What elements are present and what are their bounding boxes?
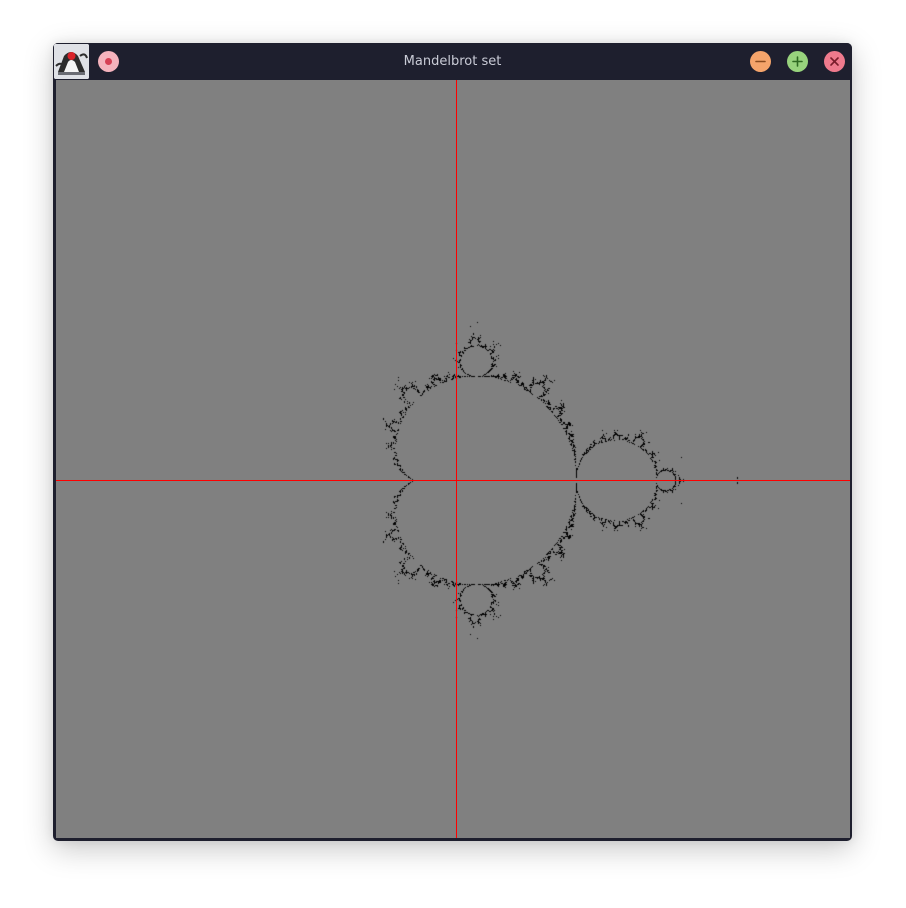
pin-button[interactable] [98,51,119,72]
close-icon [830,57,839,66]
desktop: Mandelbrot set [0,0,906,908]
java-duke-icon[interactable] [54,44,89,79]
window-title: Mandelbrot set [403,54,502,69]
title-bar[interactable]: Mandelbrot set [53,43,852,80]
real-axis-line [56,480,850,481]
app-window: Mandelbrot set [53,43,852,841]
imaginary-axis-line [456,80,457,838]
minimize-button[interactable] [750,51,771,72]
maximize-icon [792,56,803,67]
close-button[interactable] [824,51,845,72]
minimize-icon [755,60,766,63]
mandelbrot-set-image [56,80,850,838]
mandelbrot-canvas[interactable] [56,80,850,838]
maximize-button[interactable] [787,51,808,72]
